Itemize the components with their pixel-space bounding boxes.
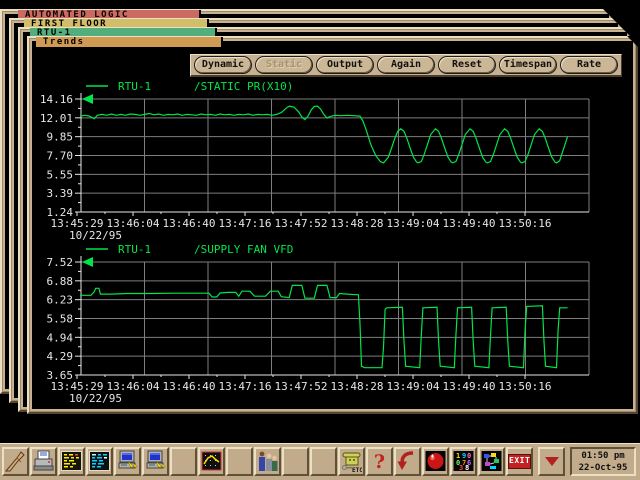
svg-text:8: 8 xyxy=(465,464,469,472)
terminal-cyan-icon[interactable] xyxy=(86,447,113,476)
clock-time: 01:50 pm xyxy=(572,450,634,462)
svg-text:/STATIC PR(X10): /STATIC PR(X10) xyxy=(194,80,293,93)
svg-text:?: ? xyxy=(374,451,385,473)
svg-text:13:49:04: 13:49:04 xyxy=(387,217,440,230)
svg-text:5.55: 5.55 xyxy=(47,168,74,181)
svg-text:6.23: 6.23 xyxy=(47,294,74,307)
svg-text:7.52: 7.52 xyxy=(47,256,74,269)
workstation-icon[interactable] xyxy=(114,447,141,476)
terminal-amber-glyph xyxy=(61,450,82,473)
svg-text:13:46:40: 13:46:40 xyxy=(163,380,216,393)
svg-text:6.88: 6.88 xyxy=(47,275,74,288)
svg-text:13:49:40: 13:49:40 xyxy=(443,217,496,230)
pointer-hand-icon[interactable] xyxy=(2,447,29,476)
svg-text:13:50:16: 13:50:16 xyxy=(499,217,552,230)
svg-text:13:47:52: 13:47:52 xyxy=(275,380,328,393)
menu-down-icon[interactable] xyxy=(538,447,565,476)
empty-slot xyxy=(310,447,337,476)
chart-supply-fan-vfd: 7.526.886.235.584.944.293.6513:45:2913:4… xyxy=(33,239,625,407)
desktop: AUTOMATED LOGIC FIRST FLOOR RTU-1 Dynami… xyxy=(0,0,640,480)
svg-text:13:46:40: 13:46:40 xyxy=(163,217,216,230)
svg-text:13:49:40: 13:49:40 xyxy=(443,380,496,393)
svg-text:RTU-1: RTU-1 xyxy=(118,243,151,256)
help-glyph: ? xyxy=(369,450,390,473)
trend-graph-icon[interactable] xyxy=(198,447,225,476)
svg-text:13:49:04: 13:49:04 xyxy=(387,380,440,393)
svg-text:13:48:28: 13:48:28 xyxy=(331,380,384,393)
svg-text:12.01: 12.01 xyxy=(40,112,73,125)
undo-icon[interactable] xyxy=(394,447,421,476)
clock-panel: 01:50 pm 22-Oct-95 xyxy=(570,447,636,476)
clock-date: 22-Oct-95 xyxy=(572,462,634,474)
tab-trends[interactable]: Trends xyxy=(36,37,223,48)
trend-toolbar: DynamicStaticOutputAgainResetTimespanRat… xyxy=(190,54,622,77)
pointer-hand-glyph xyxy=(5,450,26,473)
svg-text:ETC: ETC xyxy=(352,467,362,473)
timespan-button[interactable]: Timespan xyxy=(499,56,557,74)
svg-text:13:50:16: 13:50:16 xyxy=(499,380,552,393)
undo-glyph xyxy=(397,450,418,473)
empty-slot xyxy=(170,447,197,476)
printer-glyph xyxy=(33,450,54,473)
occupants-glyph xyxy=(257,450,278,473)
occupants-icon[interactable] xyxy=(254,447,281,476)
setpoints-icon[interactable]: 19007638 xyxy=(450,447,477,476)
svg-text:13:47:16: 13:47:16 xyxy=(219,217,272,230)
svg-text:10/22/95: 10/22/95 xyxy=(69,392,122,403)
static-button: Static xyxy=(255,56,313,74)
empty-slot xyxy=(282,447,309,476)
workstation-2-glyph xyxy=(145,450,166,473)
dynamic-button[interactable]: Dynamic xyxy=(194,56,252,74)
terminal-cyan-glyph xyxy=(89,450,110,473)
chart-static-pressure: 14.1612.019.857.705.553.391.2413:45:2913… xyxy=(33,76,625,244)
svg-text:3.39: 3.39 xyxy=(47,187,74,200)
trends-client-area: DynamicStaticOutputAgainResetTimespanRat… xyxy=(32,41,633,409)
phone-etc-icon[interactable]: ETC xyxy=(338,447,365,476)
taskbar: ETC? 19007638 EXIT 01:50 pm 22-Oct-95 xyxy=(0,443,640,480)
svg-text:14.16: 14.16 xyxy=(40,93,73,106)
svg-text:3: 3 xyxy=(459,464,463,472)
svg-text:7.70: 7.70 xyxy=(47,150,74,163)
output-button[interactable]: Output xyxy=(316,56,374,74)
svg-text:13:47:16: 13:47:16 xyxy=(219,380,272,393)
svg-text:9.85: 9.85 xyxy=(47,131,74,144)
svg-text:4.94: 4.94 xyxy=(47,331,74,344)
reset-button[interactable]: Reset xyxy=(438,56,496,74)
help-icon[interactable]: ? xyxy=(366,447,393,476)
svg-text:13:48:28: 13:48:28 xyxy=(331,217,384,230)
logic-diagram-icon[interactable] xyxy=(478,447,505,476)
exit-button[interactable]: EXIT xyxy=(506,447,533,476)
down-arrow-glyph xyxy=(545,457,559,466)
terminal-amber-icon[interactable] xyxy=(58,447,85,476)
empty-slot xyxy=(226,447,253,476)
workstation-glyph xyxy=(117,450,138,473)
logic-diagram-glyph xyxy=(481,450,502,473)
alarm-ball-icon[interactable] xyxy=(422,447,449,476)
printer-icon[interactable] xyxy=(30,447,57,476)
trend-graph-glyph xyxy=(201,450,222,473)
window-trends: DynamicStaticOutputAgainResetTimespanRat… xyxy=(27,36,638,414)
workstation-icon-2[interactable] xyxy=(142,447,169,476)
svg-text:RTU-1: RTU-1 xyxy=(118,80,151,93)
setpoints-glyph: 19007638 xyxy=(453,450,474,473)
svg-text:13:47:52: 13:47:52 xyxy=(275,217,328,230)
alarm-ball-glyph xyxy=(425,450,446,473)
svg-text:/SUPPLY FAN VFD: /SUPPLY FAN VFD xyxy=(194,243,293,256)
svg-text:4.29: 4.29 xyxy=(47,350,74,363)
svg-text:5.58: 5.58 xyxy=(47,313,74,326)
phone-etc-glyph: ETC xyxy=(341,450,362,473)
exit-label: EXIT xyxy=(508,454,531,469)
again-button[interactable]: Again xyxy=(377,56,435,74)
rate-button[interactable]: Rate xyxy=(560,56,618,74)
